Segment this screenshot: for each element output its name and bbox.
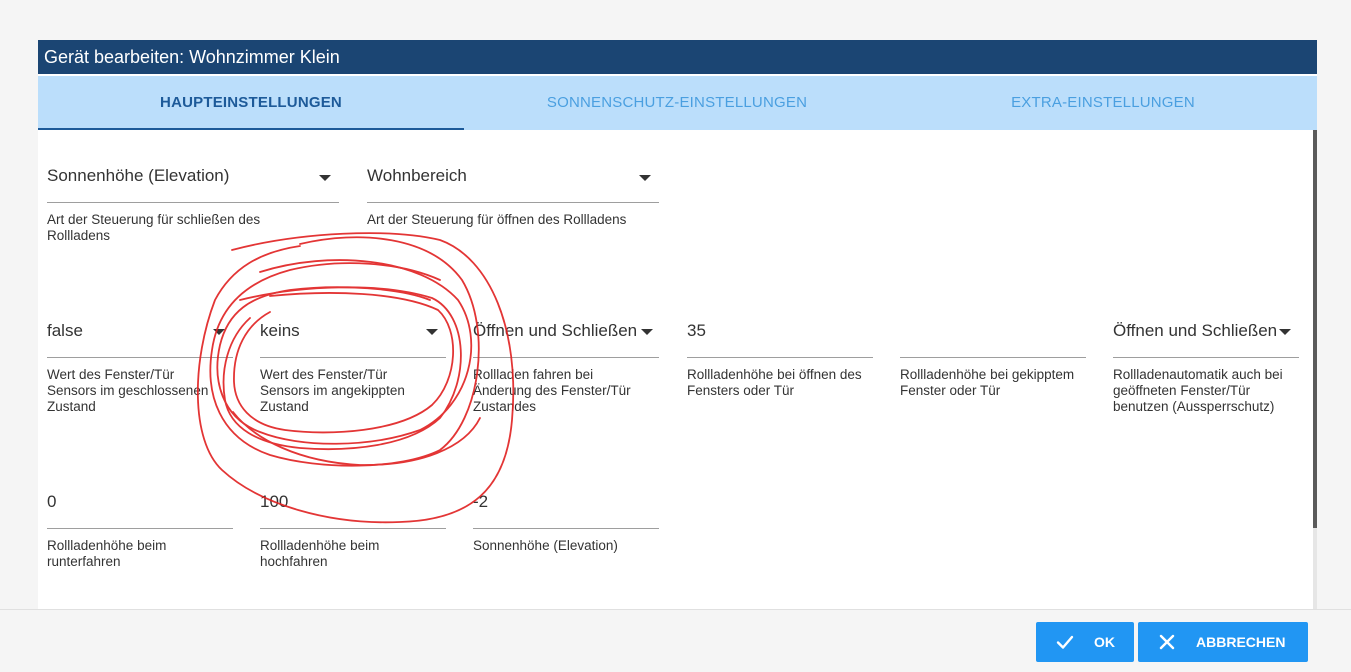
height-open-helper: Rollladenhöhe bei öffnen des Fensters od… bbox=[687, 367, 862, 398]
drive-on-change-value: Öffnen und Schließen bbox=[473, 321, 638, 340]
caret-down-icon bbox=[426, 329, 438, 335]
field-underline bbox=[900, 357, 1086, 358]
sensor-closed-helper: Wert des Fenster/Tür Sensors im geschlos… bbox=[47, 367, 209, 414]
caret-down-icon bbox=[641, 329, 653, 335]
close-control-helper: Art der Steuerung für schließen des Roll… bbox=[47, 212, 261, 243]
check-icon bbox=[1056, 635, 1074, 649]
height-up-helper: Rollladenhöhe beim hochfahren bbox=[260, 538, 380, 569]
field-underline bbox=[47, 202, 339, 203]
scrollbar[interactable] bbox=[1313, 130, 1317, 610]
height-up-value: 100 bbox=[260, 492, 289, 511]
height-tilted-helper: Rollladenhöhe bei gekipptem Fenster oder… bbox=[900, 367, 1075, 398]
dialog-title: Gerät bearbeiten: Wohnzimmer Klein bbox=[38, 40, 1317, 74]
footer-divider bbox=[0, 609, 1351, 610]
field-underline bbox=[260, 528, 446, 529]
tab-bar: HAUPTEINSTELLUNGEN SONNENSCHUTZ-EINSTELL… bbox=[38, 76, 1317, 130]
caret-down-icon bbox=[319, 175, 331, 181]
ok-button[interactable]: OK bbox=[1036, 622, 1134, 662]
height-open-value: 35 bbox=[687, 321, 706, 340]
close-control-value: Sonnenhöhe (Elevation) bbox=[47, 166, 230, 185]
open-control-helper: Art der Steuerung für öffnen des Rolllad… bbox=[367, 212, 627, 227]
drive-on-change-helper: Rollladen fahren bei Änderung des Fenste… bbox=[473, 367, 631, 414]
caret-down-icon bbox=[639, 175, 651, 181]
sensor-tilted-helper: Wert des Fenster/Tür Sensors im angekipp… bbox=[260, 367, 405, 414]
close-icon bbox=[1159, 634, 1175, 650]
height-down-helper: Rollladenhöhe beim runterfahren bbox=[47, 538, 167, 569]
cancel-button[interactable]: ABBRECHEN bbox=[1138, 622, 1308, 662]
tab-main-settings[interactable]: HAUPTEINSTELLUNGEN bbox=[38, 76, 464, 130]
field-underline bbox=[47, 528, 233, 529]
caret-down-icon bbox=[1279, 329, 1291, 335]
elevation-value: -2 bbox=[473, 492, 489, 511]
field-underline bbox=[260, 357, 446, 358]
caret-down-icon bbox=[213, 329, 225, 335]
sensor-closed-value: false bbox=[47, 321, 83, 340]
height-down-value: 0 bbox=[47, 492, 57, 511]
field-underline bbox=[47, 357, 233, 358]
field-underline bbox=[1113, 357, 1299, 358]
lockout-value: Öffnen und Schließen bbox=[1113, 321, 1278, 340]
sensor-tilted-value: keins bbox=[260, 321, 300, 340]
field-underline bbox=[367, 202, 659, 203]
lockout-helper: Rollladenautomatik auch bei geöffneten F… bbox=[1113, 367, 1283, 414]
field-underline bbox=[473, 528, 659, 529]
tab-sun-protection-settings[interactable]: SONNENSCHUTZ-EINSTELLUNGEN bbox=[464, 76, 890, 130]
elevation-helper: Sonnenhöhe (Elevation) bbox=[473, 538, 618, 553]
field-underline bbox=[473, 357, 659, 358]
active-tab-indicator bbox=[38, 128, 464, 130]
cancel-label: ABBRECHEN bbox=[1196, 634, 1286, 650]
field-underline bbox=[687, 357, 873, 358]
open-control-value: Wohnbereich bbox=[367, 166, 467, 185]
scrollbar-thumb[interactable] bbox=[1313, 130, 1317, 528]
ok-label: OK bbox=[1094, 634, 1115, 650]
tab-extra-settings[interactable]: EXTRA-EINSTELLUNGEN bbox=[890, 76, 1316, 130]
